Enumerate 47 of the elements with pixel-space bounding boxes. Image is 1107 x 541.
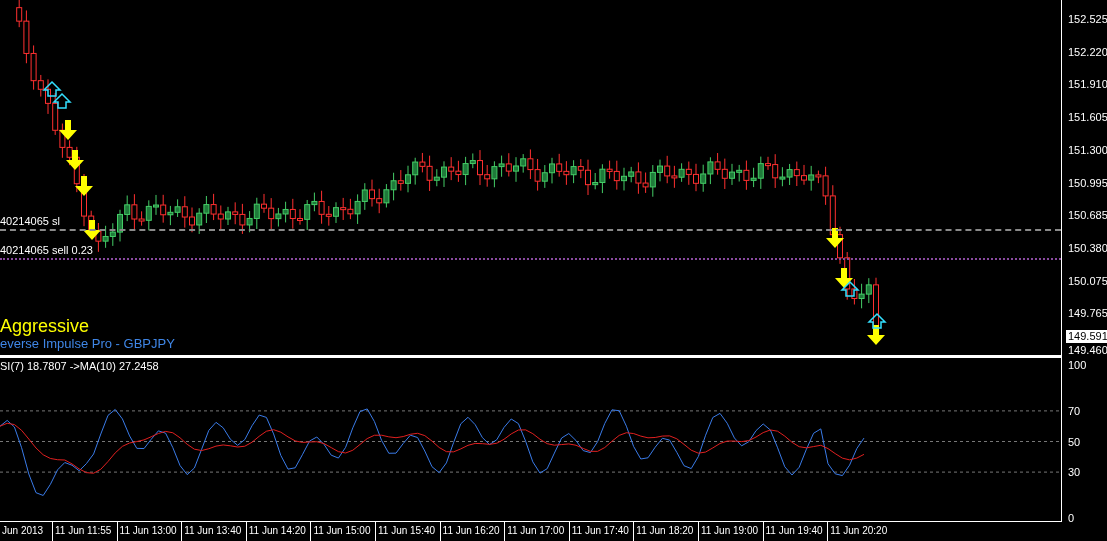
price-tick: 149.460 <box>1067 344 1107 357</box>
price-tick: 151.605 <box>1067 111 1107 125</box>
time-tick: 11 Jun 17:00 <box>504 522 569 541</box>
time-tick: 11 Jun 13:40 <box>181 522 246 541</box>
oscillator-tick: 30 <box>1067 466 1082 480</box>
signal-arrow-icon <box>840 280 860 297</box>
time-tick: Jun 2013 <box>1 524 45 538</box>
price-tick: 150.075 <box>1067 274 1107 288</box>
current-price-tag: 149.591 <box>1066 330 1107 343</box>
down-arrow-icon <box>59 120 77 140</box>
time-tick: 11 Jun 18:20 <box>633 522 698 541</box>
time-tick: 11 Jun 16:20 <box>439 522 505 541</box>
price-tick: 149.765 <box>1067 307 1107 321</box>
down-arrow-icon <box>75 176 93 196</box>
time-tick: 11 Jun 19:00 <box>697 522 763 541</box>
price-tick: 150.380 <box>1067 241 1107 255</box>
time-tick: 11 Jun 14:20 <box>245 522 311 541</box>
price-tick: 151.300 <box>1067 143 1107 157</box>
down-arrow-icon <box>867 325 885 345</box>
strategy-label: Aggressive <box>0 316 91 336</box>
down-arrow-icon <box>83 220 101 240</box>
price-tick: 151.910 <box>1067 78 1107 92</box>
price-tick: 152.525 <box>1067 13 1107 26</box>
down-arrow-icon <box>66 150 84 170</box>
order-label: 40214065 sl <box>0 215 60 227</box>
oscillator-tick: 100 <box>1067 359 1088 372</box>
down-arrow-icon <box>826 228 844 248</box>
signal-arrow-icon <box>867 312 887 329</box>
indicator-name: everse Impulse Pro - GBPJPY <box>0 336 175 351</box>
price-tick: 150.685 <box>1067 209 1107 223</box>
time-tick: 11 Jun 13:00 <box>116 522 182 541</box>
time-tick: 11 Jun 17:40 <box>568 522 634 541</box>
oscillator-tick: 70 <box>1067 404 1082 418</box>
time-tick: 11 Jun 11:55 <box>52 522 117 541</box>
down-arrow-icon <box>835 268 853 288</box>
price-tick: 150.995 <box>1067 176 1107 190</box>
signal-arrow-icon <box>42 80 62 97</box>
time-tick: 11 Jun 19:40 <box>762 522 828 541</box>
oscillator-label: SI(7) 18.7807 ->MA(10) 27.2458 <box>0 360 159 372</box>
price-tick: 152.220 <box>1067 45 1107 59</box>
time-tick: 11 Jun 15:40 <box>374 522 440 541</box>
order-label: 40214065 sell 0.23 <box>0 244 93 256</box>
time-tick: 11 Jun 15:00 <box>310 522 375 541</box>
signal-arrow-icon <box>52 92 72 109</box>
oscillator-tick: 50 <box>1067 435 1082 449</box>
oscillator-tick: 0 <box>1067 512 1076 525</box>
time-tick: 11 Jun 20:20 <box>827 522 892 541</box>
